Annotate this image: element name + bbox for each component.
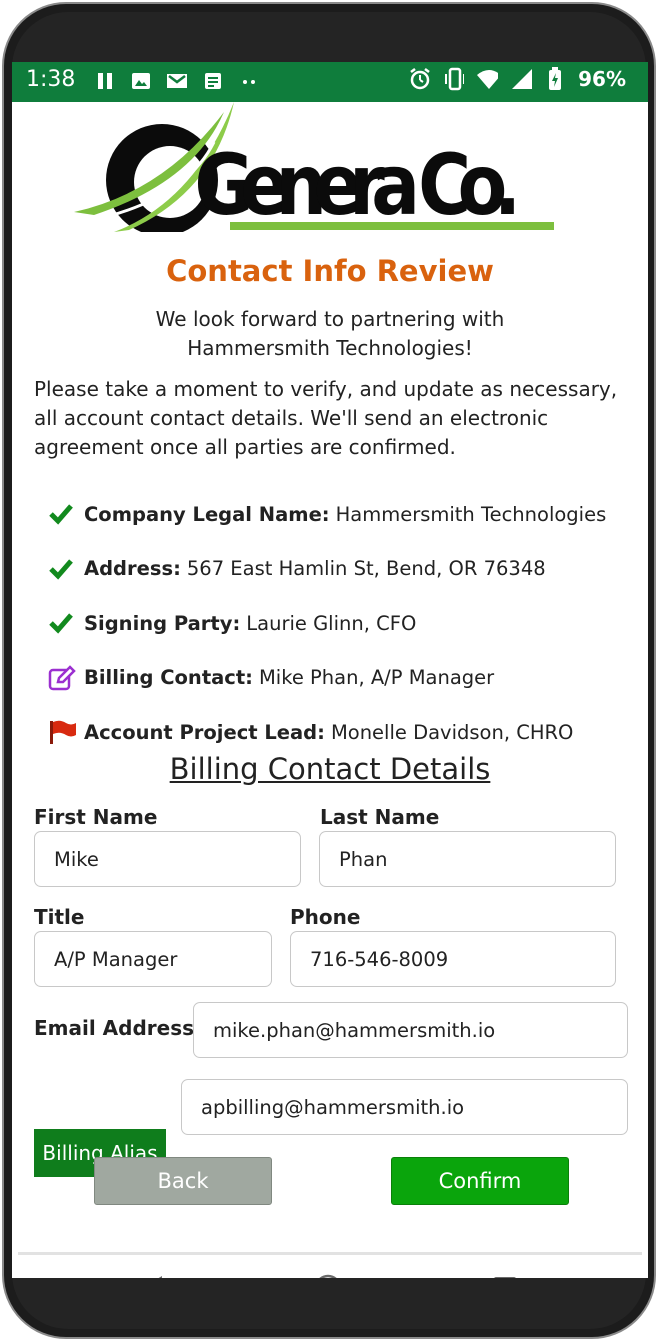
status-bar: 1:38 96%: [12, 62, 648, 102]
checklist-value: Laurie Glinn, CFO: [246, 611, 417, 635]
system-icons: 96%: [408, 67, 626, 91]
signal-icon: [510, 68, 533, 90]
checklist-label: Address:: [84, 557, 181, 581]
checklist-label: Billing Contact:: [84, 666, 253, 690]
checklist-item-signing-party: Signing Party: Laurie Glinn, CFO: [48, 596, 638, 651]
subtitle-line-2: Hammersmith Technologies!: [187, 336, 473, 360]
checklist-value: Monelle Davidson, CHRO: [330, 720, 574, 744]
image-icon: [130, 70, 152, 92]
wifi-icon: [476, 68, 499, 90]
battery-percent: 96%: [578, 67, 626, 91]
first-name-label: First Name: [34, 805, 158, 829]
battery-charging-icon: [544, 67, 566, 90]
home-nav-icon[interactable]: [313, 1273, 343, 1278]
checklist-value: Mike Phan, A/P Manager: [258, 666, 495, 690]
android-nav-bar: [12, 1255, 648, 1278]
billing-alias-field[interactable]: apbilling@hammersmith.io: [181, 1079, 628, 1135]
check-icon: [48, 503, 84, 525]
phone-label: Phone: [290, 905, 361, 929]
checklist-label: Account Project Lead:: [84, 720, 325, 744]
status-time: 1:38: [26, 67, 76, 92]
phone-field[interactable]: 716-546-8009: [290, 931, 616, 987]
check-icon: [48, 558, 84, 580]
intro-text: Please take a moment to verify, and upda…: [34, 377, 618, 459]
checklist-item-address: Address: 567 East Hamlin St, Bend, OR 76…: [48, 542, 638, 597]
back-button[interactable]: Back: [94, 1157, 272, 1205]
check-icon: [48, 612, 84, 634]
edit-icon: [48, 664, 84, 691]
checklist-value: Hammersmith Technologies: [335, 502, 607, 526]
logo-text: Genera Co.: [194, 137, 521, 232]
document-icon: [202, 70, 224, 92]
page-subtitle: We look forward to partnering with Hamme…: [112, 305, 548, 363]
last-name-field[interactable]: Phan: [319, 831, 616, 887]
email-field[interactable]: mike.phan@hammersmith.io: [193, 1002, 628, 1058]
contact-checklist: Company Legal Name: Hammersmith Technolo…: [48, 487, 638, 760]
checklist-item-billing-contact: Billing Contact: Mike Phan, A/P Manager: [48, 651, 638, 706]
screen: 1:38 96% Genera Co. Contact Info Review …: [12, 62, 648, 1278]
title-field[interactable]: A/P Manager: [34, 931, 272, 987]
last-name-label: Last Name: [320, 805, 440, 829]
recents-nav-icon[interactable]: [493, 1276, 517, 1278]
flag-icon: [48, 719, 84, 745]
vibrate-icon: [442, 67, 465, 91]
checklist-label: Signing Party:: [84, 611, 241, 635]
pause-icon: [94, 70, 116, 92]
email-label: Email Address: [34, 1016, 195, 1040]
title-label: Title: [34, 905, 85, 929]
back-nav-icon[interactable]: [140, 1275, 164, 1278]
page-title: Contact Info Review: [166, 254, 494, 288]
confirm-button[interactable]: Confirm: [391, 1157, 569, 1205]
subtitle-line-1: We look forward to partnering with: [155, 307, 505, 331]
company-logo: Genera Co.: [74, 102, 554, 236]
alarm-icon: [408, 68, 430, 90]
first-name-field[interactable]: Mike: [34, 831, 301, 887]
notification-icons: [94, 70, 260, 92]
more-dots-icon: [238, 70, 260, 92]
checklist-label: Company Legal Name:: [84, 502, 330, 526]
section-title: Billing Contact Details: [169, 752, 491, 786]
checklist-value: 567 East Hamlin St, Bend, OR 76348: [186, 557, 546, 581]
checklist-item-company: Company Legal Name: Hammersmith Technolo…: [48, 487, 638, 542]
gmail-icon: [166, 70, 188, 92]
